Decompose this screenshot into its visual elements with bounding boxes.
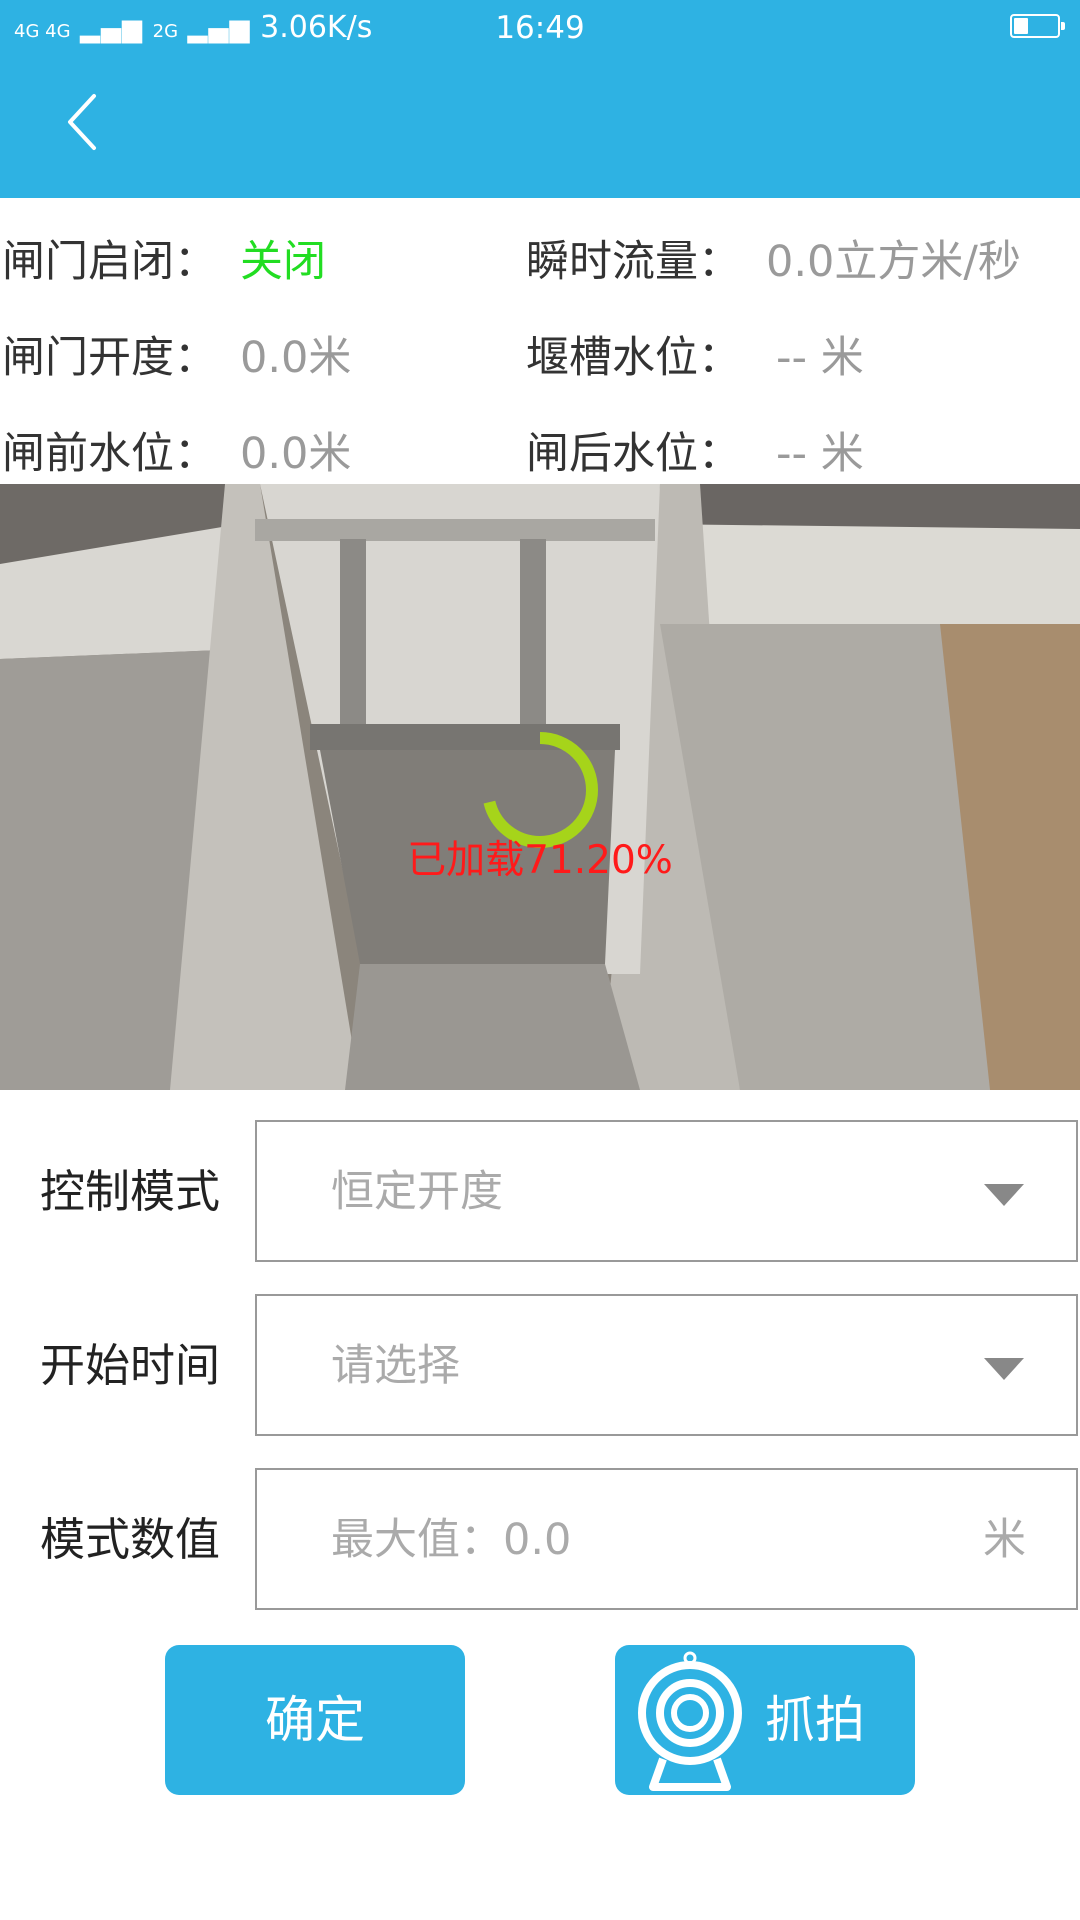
weir-level-label: 堰槽水位： [526, 333, 741, 383]
gate-state-label: 闸门启闭： [2, 237, 217, 287]
mode-value-label: 模式数值 [40, 1513, 221, 1566]
start-time-label: 开始时间 [40, 1339, 221, 1392]
camera-view[interactable] [0, 484, 1080, 1090]
mode-select-value: 恒定开度 [331, 1167, 503, 1217]
start-time-select[interactable]: 请选择 [255, 1294, 1078, 1436]
opening-label: 闸门开度： [2, 333, 217, 383]
dropdown-arrow-icon [984, 1184, 1024, 1206]
status-time: 16:49 [495, 10, 585, 46]
confirm-button[interactable]: 确定 [165, 1645, 465, 1795]
back-level-value: -- 米 [776, 429, 864, 479]
flow-label: 瞬时流量： [526, 237, 741, 287]
front-level-label: 闸前水位： [2, 429, 217, 479]
start-time-placeholder: 请选择 [331, 1341, 460, 1391]
chevron-left-icon[interactable] [56, 92, 116, 152]
back-level-label: 闸后水位： [526, 429, 741, 479]
mode-select[interactable]: 恒定开度 [255, 1120, 1078, 1262]
flow-value: 0.0立方米/秒 [766, 237, 1021, 287]
gate-info-panel: 闸门启闭： 关闭 瞬时流量： 0.0立方米/秒 闸门开度： 0.0米 堰槽水位：… [0, 198, 1080, 484]
mode-value-input[interactable]: 最大值：0.0 米 [255, 1468, 1078, 1610]
confirm-button-label: 确定 [265, 1691, 365, 1749]
loading-progress-text: 已加载71.20% [407, 838, 673, 883]
weir-level-value: -- 米 [776, 333, 864, 383]
snapshot-button[interactable]: 抓拍 [615, 1645, 915, 1795]
battery-icon [1010, 14, 1065, 38]
gate-state-value: 关闭 [240, 237, 326, 287]
front-level-value: 0.0米 [240, 429, 352, 479]
status-bar: 4G 4G ▂▄▆ 2G ▂▄▆ 3.06K/s 16:49 [0, 0, 1080, 58]
webcam-icon [638, 1651, 742, 1791]
mode-value-placeholder: 最大值：0.0 [331, 1515, 572, 1565]
mode-label: 控制模式 [40, 1165, 221, 1218]
mode-value-unit: 米 [983, 1515, 1026, 1565]
dropdown-arrow-icon [984, 1358, 1024, 1380]
snapshot-button-label: 抓拍 [765, 1691, 865, 1749]
opening-value: 0.0米 [240, 333, 352, 383]
app-header: 4G 4G ▂▄▆ 2G ▂▄▆ 3.06K/s 16:49 [0, 0, 1080, 198]
